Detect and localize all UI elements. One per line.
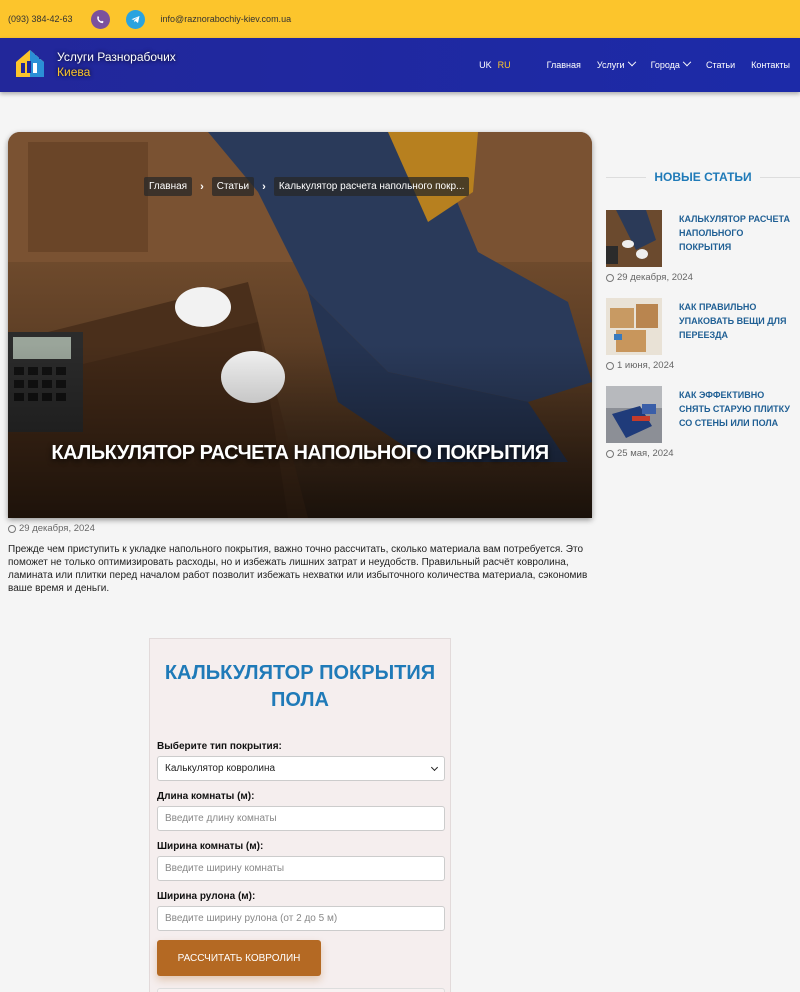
clock-icon xyxy=(606,361,614,370)
sidebar-post[interactable]: КАК ЭФФЕКТИВНО СНЯТЬ СТАРУЮ ПЛИТКУ СО СТ… xyxy=(606,386,800,466)
post-thumbnail[interactable] xyxy=(606,210,662,267)
nav-item-cities[interactable]: Города xyxy=(650,57,692,70)
sidebar-heading-text: НОВЫЕ СТАТЬИ xyxy=(654,170,752,184)
chevron-down-icon xyxy=(682,57,692,67)
post-title[interactable]: КАЛЬКУЛЯТОР РАСЧЕТА НАПОЛЬНОГО ПОКРЫТИЯ xyxy=(679,212,794,254)
chevron-down-icon xyxy=(627,57,636,67)
lang-uk[interactable]: UK xyxy=(479,60,492,70)
article-intro: Прежде чем приступить к укладке напольно… xyxy=(8,544,588,594)
post-date: 25 мая, 2024 xyxy=(606,448,674,459)
nav-item-articles[interactable]: Статьи xyxy=(706,60,735,70)
width-input[interactable]: Введите ширину комнаты xyxy=(157,856,445,881)
brand-line2: Киева xyxy=(57,65,91,79)
nav-item-home[interactable]: Главная xyxy=(547,60,581,70)
divider xyxy=(606,176,647,178)
post-date-text: 29 декабря, 2024 xyxy=(617,272,693,283)
brand-line1: Услуги Разнорабочих xyxy=(57,50,176,64)
article-date: 29 декабря, 2024 xyxy=(8,523,95,534)
post-title[interactable]: КАК ПРАВИЛЬНО УПАКОВАТЬ ВЕЩИ ДЛЯ ПЕРЕЕЗД… xyxy=(679,300,794,342)
phone-link[interactable]: (093) 384-42-63 xyxy=(8,14,73,24)
viber-icon[interactable] xyxy=(90,9,110,29)
roll-width-label: Ширина рулона (м): xyxy=(157,891,256,902)
post-thumbnail[interactable] xyxy=(606,298,662,355)
width-label: Ширина комнаты (м): xyxy=(157,841,264,852)
calculate-button[interactable]: РАССЧИТАТЬ КОВРОЛИН xyxy=(157,940,321,976)
site-header: Услуги Разнорабочих Киева UK RU Главная … xyxy=(0,38,800,92)
clock-icon xyxy=(606,449,614,458)
chevron-right-icon: › xyxy=(200,180,204,193)
nav-label: Города xyxy=(650,60,680,70)
post-date: 1 июня, 2024 xyxy=(606,360,674,371)
nav-label: Статьи xyxy=(705,60,736,70)
breadcrumb-current: Калькулятор расчета напольного покр... xyxy=(273,177,470,196)
chevron-right-icon: › xyxy=(262,180,266,193)
post-date-text: 25 мая, 2024 xyxy=(617,448,674,459)
chevron-down-icon xyxy=(430,763,439,771)
breadcrumb-articles[interactable]: Статьи xyxy=(211,177,255,196)
nav-label: Контакты xyxy=(751,60,790,70)
top-bar: (093) 384-42-63 info@raznorabochiy-kiev.… xyxy=(0,0,800,38)
post-date-text: 1 июня, 2024 xyxy=(617,360,675,371)
page-title: КАЛЬКУЛЯТОР РАСЧЕТА НАПОЛЬНОГО ПОКРЫТИЯ xyxy=(51,442,549,464)
result-box xyxy=(157,988,445,992)
roll-width-input[interactable]: Введите ширину рулона (от 2 до 5 м) xyxy=(157,906,445,931)
nav-item-contacts[interactable]: Контакты xyxy=(751,60,790,70)
clock-icon xyxy=(606,273,614,282)
lang-ru[interactable]: RU xyxy=(498,60,511,70)
type-select-value: Калькулятор ковролина xyxy=(165,763,276,774)
sidebar-post[interactable]: КАЛЬКУЛЯТОР РАСЧЕТА НАПОЛЬНОГО ПОКРЫТИЯ … xyxy=(606,210,800,290)
length-input[interactable]: Введите длину комнаты xyxy=(157,806,445,831)
main-nav: UK RU Главная Услуги Города Статьи Конта… xyxy=(479,38,790,92)
nav-item-services[interactable]: Услуги xyxy=(596,57,636,70)
house-logo-icon[interactable] xyxy=(13,46,47,80)
floor-calculator: КАЛЬКУЛЯТОР ПОКРЫТИЯ ПОЛА Выберите тип п… xyxy=(149,638,451,992)
email-link[interactable]: info@raznorabochiy-kiev.com.ua xyxy=(161,14,292,24)
clock-icon xyxy=(8,524,16,533)
article-date-text: 29 декабря, 2024 xyxy=(19,523,95,534)
divider xyxy=(759,176,800,178)
breadcrumb-home[interactable]: Главная xyxy=(144,177,193,196)
post-date: 29 декабря, 2024 xyxy=(606,272,693,283)
sidebar-heading: НОВЫЕ СТАТЬИ xyxy=(606,170,800,184)
post-thumbnail[interactable] xyxy=(606,386,662,443)
breadcrumb: Главная › Статьи › Калькулятор расчета н… xyxy=(144,177,470,196)
calculator-title: КАЛЬКУЛЯТОР ПОКРЫТИЯ ПОЛА xyxy=(164,662,436,711)
type-select[interactable]: Калькулятор ковролина xyxy=(157,756,445,781)
telegram-icon[interactable] xyxy=(125,9,145,29)
sidebar-post[interactable]: КАК ПРАВИЛЬНО УПАКОВАТЬ ВЕЩИ ДЛЯ ПЕРЕЕЗД… xyxy=(606,298,800,378)
type-label: Выберите тип покрытия: xyxy=(157,741,282,752)
nav-label: Главная xyxy=(546,60,581,70)
length-label: Длина комнаты (м): xyxy=(157,791,255,802)
post-title[interactable]: КАК ЭФФЕКТИВНО СНЯТЬ СТАРУЮ ПЛИТКУ СО СТ… xyxy=(679,388,794,430)
brand-name[interactable]: Услуги Разнорабочих Киева xyxy=(57,50,176,80)
hero-banner: Главная › Статьи › Калькулятор расчета н… xyxy=(8,132,592,518)
nav-label: Услуги xyxy=(596,60,625,70)
